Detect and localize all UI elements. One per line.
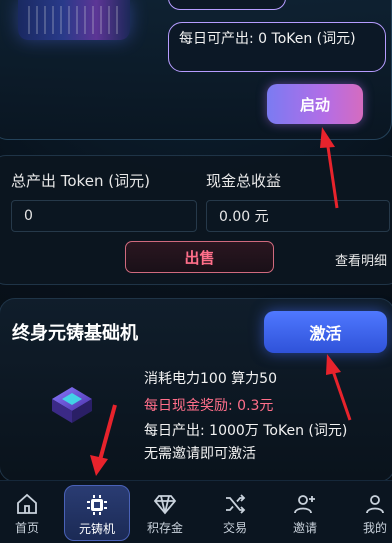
add-user-icon (293, 489, 317, 519)
cash-reward-line: 每日现金奖励: 0.3元 (144, 398, 274, 414)
tab-label: 邀请 (292, 521, 317, 535)
tab-label: 首页 (14, 521, 39, 535)
view-detail-link[interactable]: 查看明细 (335, 250, 387, 269)
bottom-tab-bar: 首页 元铸机 积存金 交易 邀请 我的 (0, 480, 392, 543)
start-button[interactable]: 启动 (267, 84, 363, 124)
no-invite-line: 无需邀请即可激活 (144, 446, 256, 462)
machine-chip-icon (52, 387, 92, 423)
tab-invite[interactable]: 邀请 (275, 485, 335, 539)
chip-icon (85, 490, 109, 520)
tab-label: 元铸机 (78, 522, 115, 536)
daily-output-line: 每日产出: 1000万 ToKen (词元) (144, 423, 348, 439)
cash-income-field: 0.00 元 (206, 200, 390, 232)
total-output-label: 总产出 Token (词元) (11, 172, 150, 190)
tab-label: 交易 (222, 521, 247, 535)
sell-button[interactable]: 出售 (125, 241, 274, 273)
person-icon (363, 489, 387, 519)
home-icon (15, 489, 39, 519)
tab-savings-gold[interactable]: 积存金 (135, 485, 195, 539)
hashrate-pill (168, 0, 286, 10)
server-rack-image (18, 0, 130, 40)
total-output-field: 0 (11, 200, 197, 232)
tab-label: 我的 (362, 521, 387, 535)
daily-output-box: 每日可产出: 0 ToKen (词元) (168, 22, 386, 72)
tab-trade[interactable]: 交易 (205, 485, 265, 539)
consume-line: 消耗电力100 算力50 (144, 371, 277, 387)
machine-title: 终身元铸基础机 (12, 323, 138, 344)
tab-machine[interactable]: 元铸机 (64, 485, 130, 541)
tab-home[interactable]: 首页 (0, 485, 57, 539)
diamond-icon (153, 489, 177, 519)
daily-output-text: 每日可产出: 0 ToKen (词元) (179, 31, 356, 47)
tab-label: 积存金 (146, 521, 183, 535)
cash-income-label: 现金总收益 (206, 172, 282, 190)
tab-mine[interactable]: 我的 (345, 485, 392, 539)
shuffle-icon (223, 489, 247, 519)
activate-button[interactable]: 激活 (264, 311, 387, 353)
